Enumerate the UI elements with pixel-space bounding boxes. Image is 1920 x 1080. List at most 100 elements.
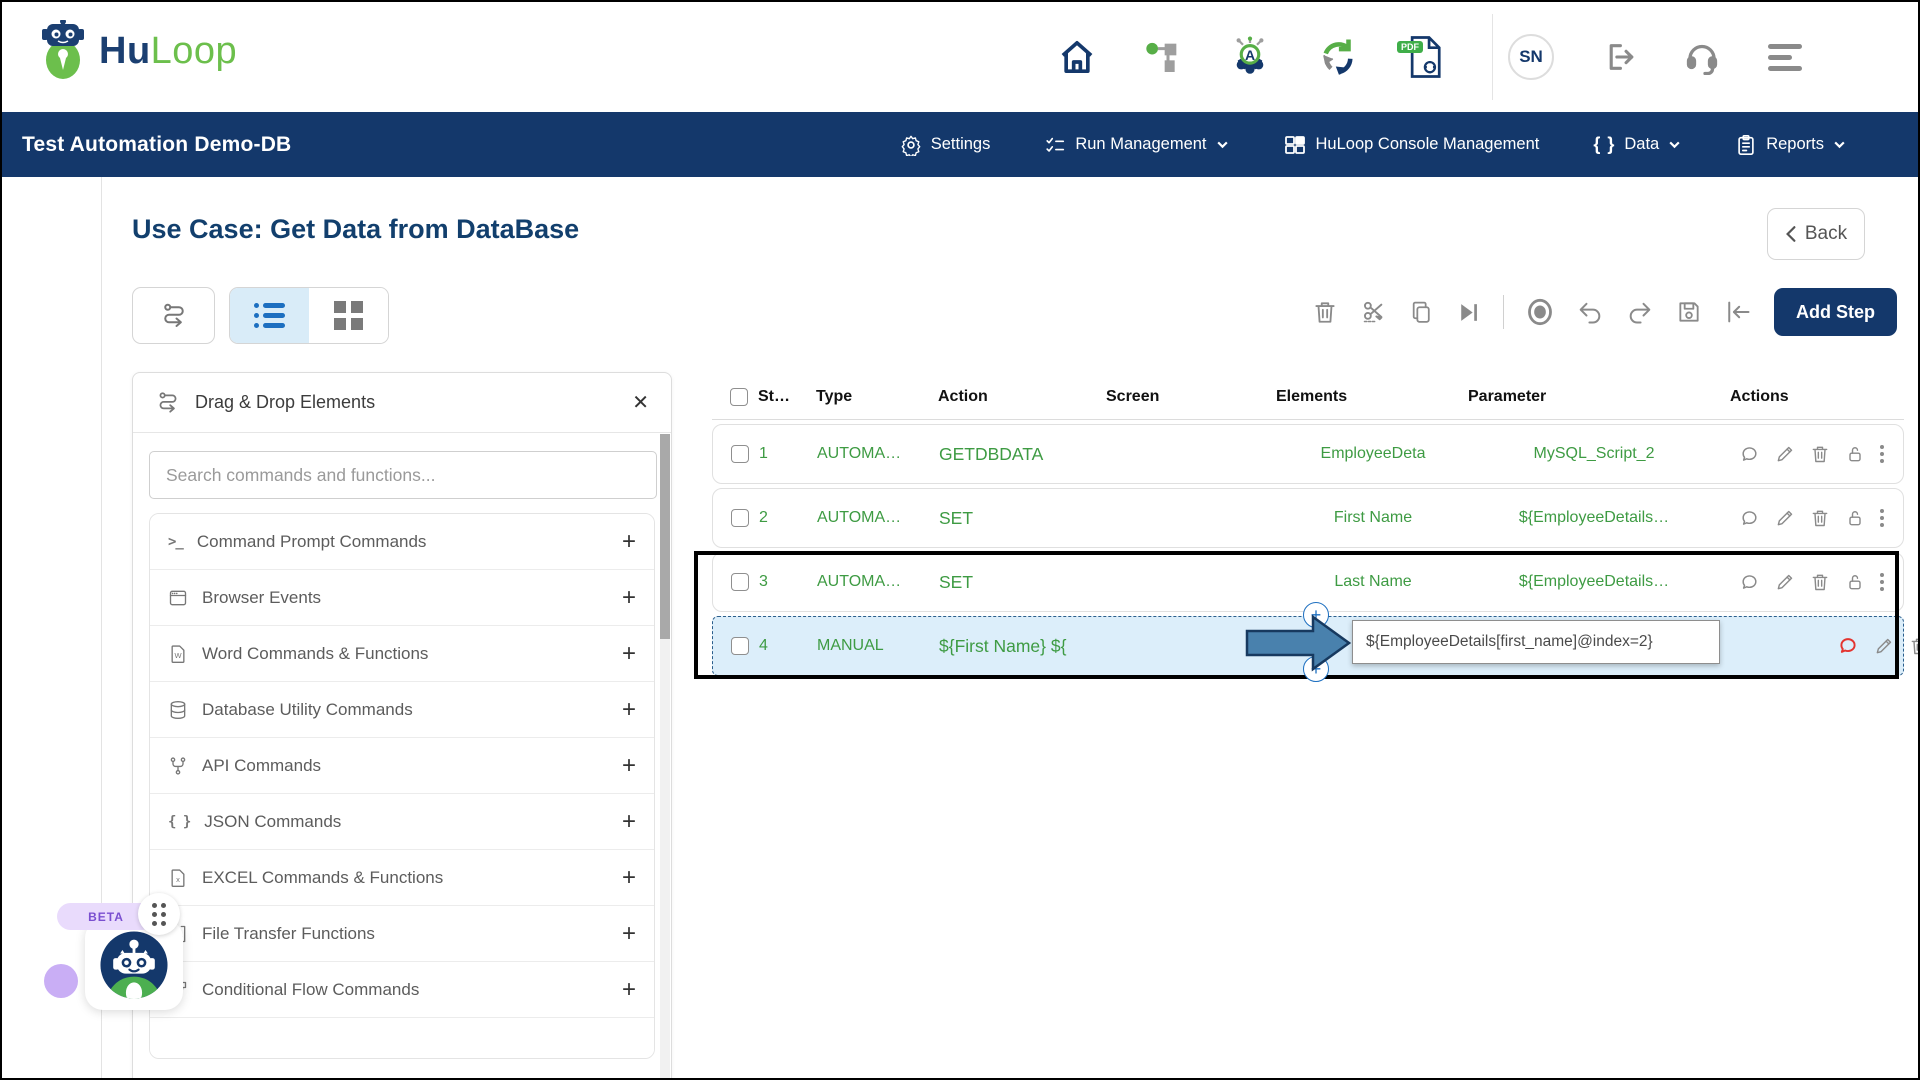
nav-settings[interactable]: Settings xyxy=(900,134,991,156)
panel-scrollbar[interactable] xyxy=(660,434,670,1080)
copy-step-icon[interactable] xyxy=(1409,300,1434,325)
category-excel-commands[interactable]: x EXCEL Commands & Functions + xyxy=(150,850,654,906)
more-options-icon[interactable] xyxy=(1880,445,1884,463)
huloop-wordmark: HuLoop xyxy=(99,30,237,73)
nav-reports[interactable]: Reports xyxy=(1735,134,1846,156)
comment-alert-icon[interactable] xyxy=(1837,635,1859,657)
ai-automation-icon[interactable]: A xyxy=(1229,36,1271,78)
expand-plus-icon[interactable]: + xyxy=(622,528,636,556)
assistant-secondary-button[interactable] xyxy=(44,964,78,998)
menu-hamburger-icon[interactable] xyxy=(1768,44,1802,71)
logout-icon[interactable] xyxy=(1602,40,1636,74)
col-action: Action xyxy=(938,388,1106,406)
expand-plus-icon[interactable]: + xyxy=(622,584,636,612)
more-options-icon[interactable] xyxy=(1880,509,1884,527)
close-icon[interactable]: ✕ xyxy=(632,393,649,413)
toolbar-divider xyxy=(1503,295,1504,329)
category-database-utility[interactable]: Database Utility Commands + xyxy=(150,682,654,738)
category-command-prompt[interactable]: >_ Command Prompt Commands + xyxy=(150,514,654,570)
cut-step-icon[interactable] xyxy=(1360,299,1387,326)
category-file-transfer[interactable]: File Transfer Functions + xyxy=(150,906,654,962)
edit-pencil-icon[interactable] xyxy=(1775,572,1795,592)
nav-console-management[interactable]: HuLoop Console Management xyxy=(1283,133,1540,157)
step-row-3[interactable]: 3 AUTOMA… SET Last Name ${EmployeeDetail… xyxy=(712,552,1904,612)
more-options-icon[interactable] xyxy=(1880,573,1884,591)
huloop-logo[interactable]: HuLoop xyxy=(37,20,237,82)
lock-icon[interactable] xyxy=(1845,508,1865,528)
assistant-drag-handle-icon[interactable] xyxy=(138,893,180,935)
select-all-checkbox[interactable] xyxy=(730,388,748,406)
sync-icon[interactable] xyxy=(1317,36,1359,78)
step-row-2[interactable]: 2 AUTOMA… SET First Name ${EmployeeDetai… xyxy=(712,488,1904,548)
workflow-icon[interactable] xyxy=(1143,37,1183,77)
row-checkbox[interactable] xyxy=(731,509,749,527)
col-elements: Elements xyxy=(1276,388,1468,406)
lock-icon[interactable] xyxy=(1845,572,1865,592)
home-icon[interactable] xyxy=(1057,37,1097,77)
row-checkbox[interactable] xyxy=(731,445,749,463)
edit-pencil-icon[interactable] xyxy=(1775,444,1795,464)
panel-scrollbar-thumb[interactable] xyxy=(660,434,670,639)
flow-view-button[interactable] xyxy=(132,287,215,344)
word-doc-icon: W xyxy=(168,644,188,664)
expand-plus-icon[interactable]: + xyxy=(622,696,636,724)
step-action: ${First Name} ${ xyxy=(939,636,1107,657)
category-json-commands[interactable]: { } JSON Commands + xyxy=(150,794,654,850)
delete-row-icon[interactable] xyxy=(1810,444,1830,464)
edit-pencil-icon[interactable] xyxy=(1775,508,1795,528)
save-icon[interactable] xyxy=(1676,299,1702,325)
parameter-value-field[interactable]: ${EmployeeDetails[first_name]@index=2} xyxy=(1352,620,1720,664)
grid-view-button[interactable] xyxy=(309,288,388,343)
redo-icon[interactable] xyxy=(1626,298,1654,326)
expand-plus-icon[interactable]: + xyxy=(622,976,636,1004)
top-user-area: SN xyxy=(1508,2,1802,112)
grid-view-icon xyxy=(334,301,363,330)
delete-row-icon[interactable] xyxy=(1810,508,1830,528)
comment-icon[interactable] xyxy=(1739,572,1760,593)
chevron-down-icon xyxy=(1668,138,1681,151)
back-button[interactable]: Back xyxy=(1767,208,1865,260)
comment-icon[interactable] xyxy=(1739,444,1760,465)
comment-icon[interactable] xyxy=(1739,508,1760,529)
expand-plus-icon[interactable]: + xyxy=(622,864,636,892)
category-browser-events[interactable]: Browser Events + xyxy=(150,570,654,626)
header-divider xyxy=(1492,14,1493,100)
expand-plus-icon[interactable]: + xyxy=(622,808,636,836)
assistant-bot-button[interactable] xyxy=(85,920,183,1010)
lock-icon[interactable] xyxy=(1845,444,1865,464)
clipboard-icon xyxy=(1735,134,1757,156)
expand-plus-icon[interactable]: + xyxy=(622,920,636,948)
edit-pencil-icon[interactable] xyxy=(1874,636,1894,656)
row-checkbox[interactable] xyxy=(731,573,749,591)
delete-row-icon[interactable] xyxy=(1810,572,1830,592)
support-headset-icon[interactable] xyxy=(1684,39,1720,75)
flow-path-icon xyxy=(159,301,189,331)
annotation-arrow-icon xyxy=(1245,614,1351,672)
nav-settings-label: Settings xyxy=(931,135,991,154)
gear-icon xyxy=(900,134,922,156)
nav-data-label: Data xyxy=(1624,135,1659,154)
undo-icon[interactable] xyxy=(1576,298,1604,326)
step-type: AUTOMA… xyxy=(817,573,939,591)
nav-run-management[interactable]: Run Management xyxy=(1044,134,1228,156)
expand-plus-icon[interactable]: + xyxy=(622,640,636,668)
step-action: SET xyxy=(939,508,1107,529)
record-icon[interactable] xyxy=(1526,298,1554,326)
pdf-report-icon[interactable]: PDF xyxy=(1405,35,1443,79)
user-avatar[interactable]: SN xyxy=(1508,34,1554,80)
delete-row-icon[interactable] xyxy=(1909,636,1920,656)
run-to-step-icon[interactable] xyxy=(1456,300,1481,325)
delete-step-icon[interactable] xyxy=(1312,299,1338,325)
row-checkbox[interactable] xyxy=(731,637,749,655)
category-api-commands[interactable]: API Commands + xyxy=(150,738,654,794)
api-branch-icon xyxy=(168,756,188,776)
category-word-commands[interactable]: W Word Commands & Functions + xyxy=(150,626,654,682)
category-conditional-flow[interactable]: Conditional Flow Commands + xyxy=(150,962,654,1018)
add-step-button[interactable]: Add Step xyxy=(1774,288,1897,336)
list-view-button[interactable] xyxy=(230,288,309,343)
nav-data[interactable]: { } Data xyxy=(1593,134,1681,155)
expand-plus-icon[interactable]: + xyxy=(622,752,636,780)
collapse-panel-icon[interactable] xyxy=(1724,298,1752,326)
search-input[interactable] xyxy=(149,451,657,499)
step-row-1[interactable]: 1 AUTOMA… GETDBDATA EmployeeDeta MySQL_S… xyxy=(712,424,1904,484)
